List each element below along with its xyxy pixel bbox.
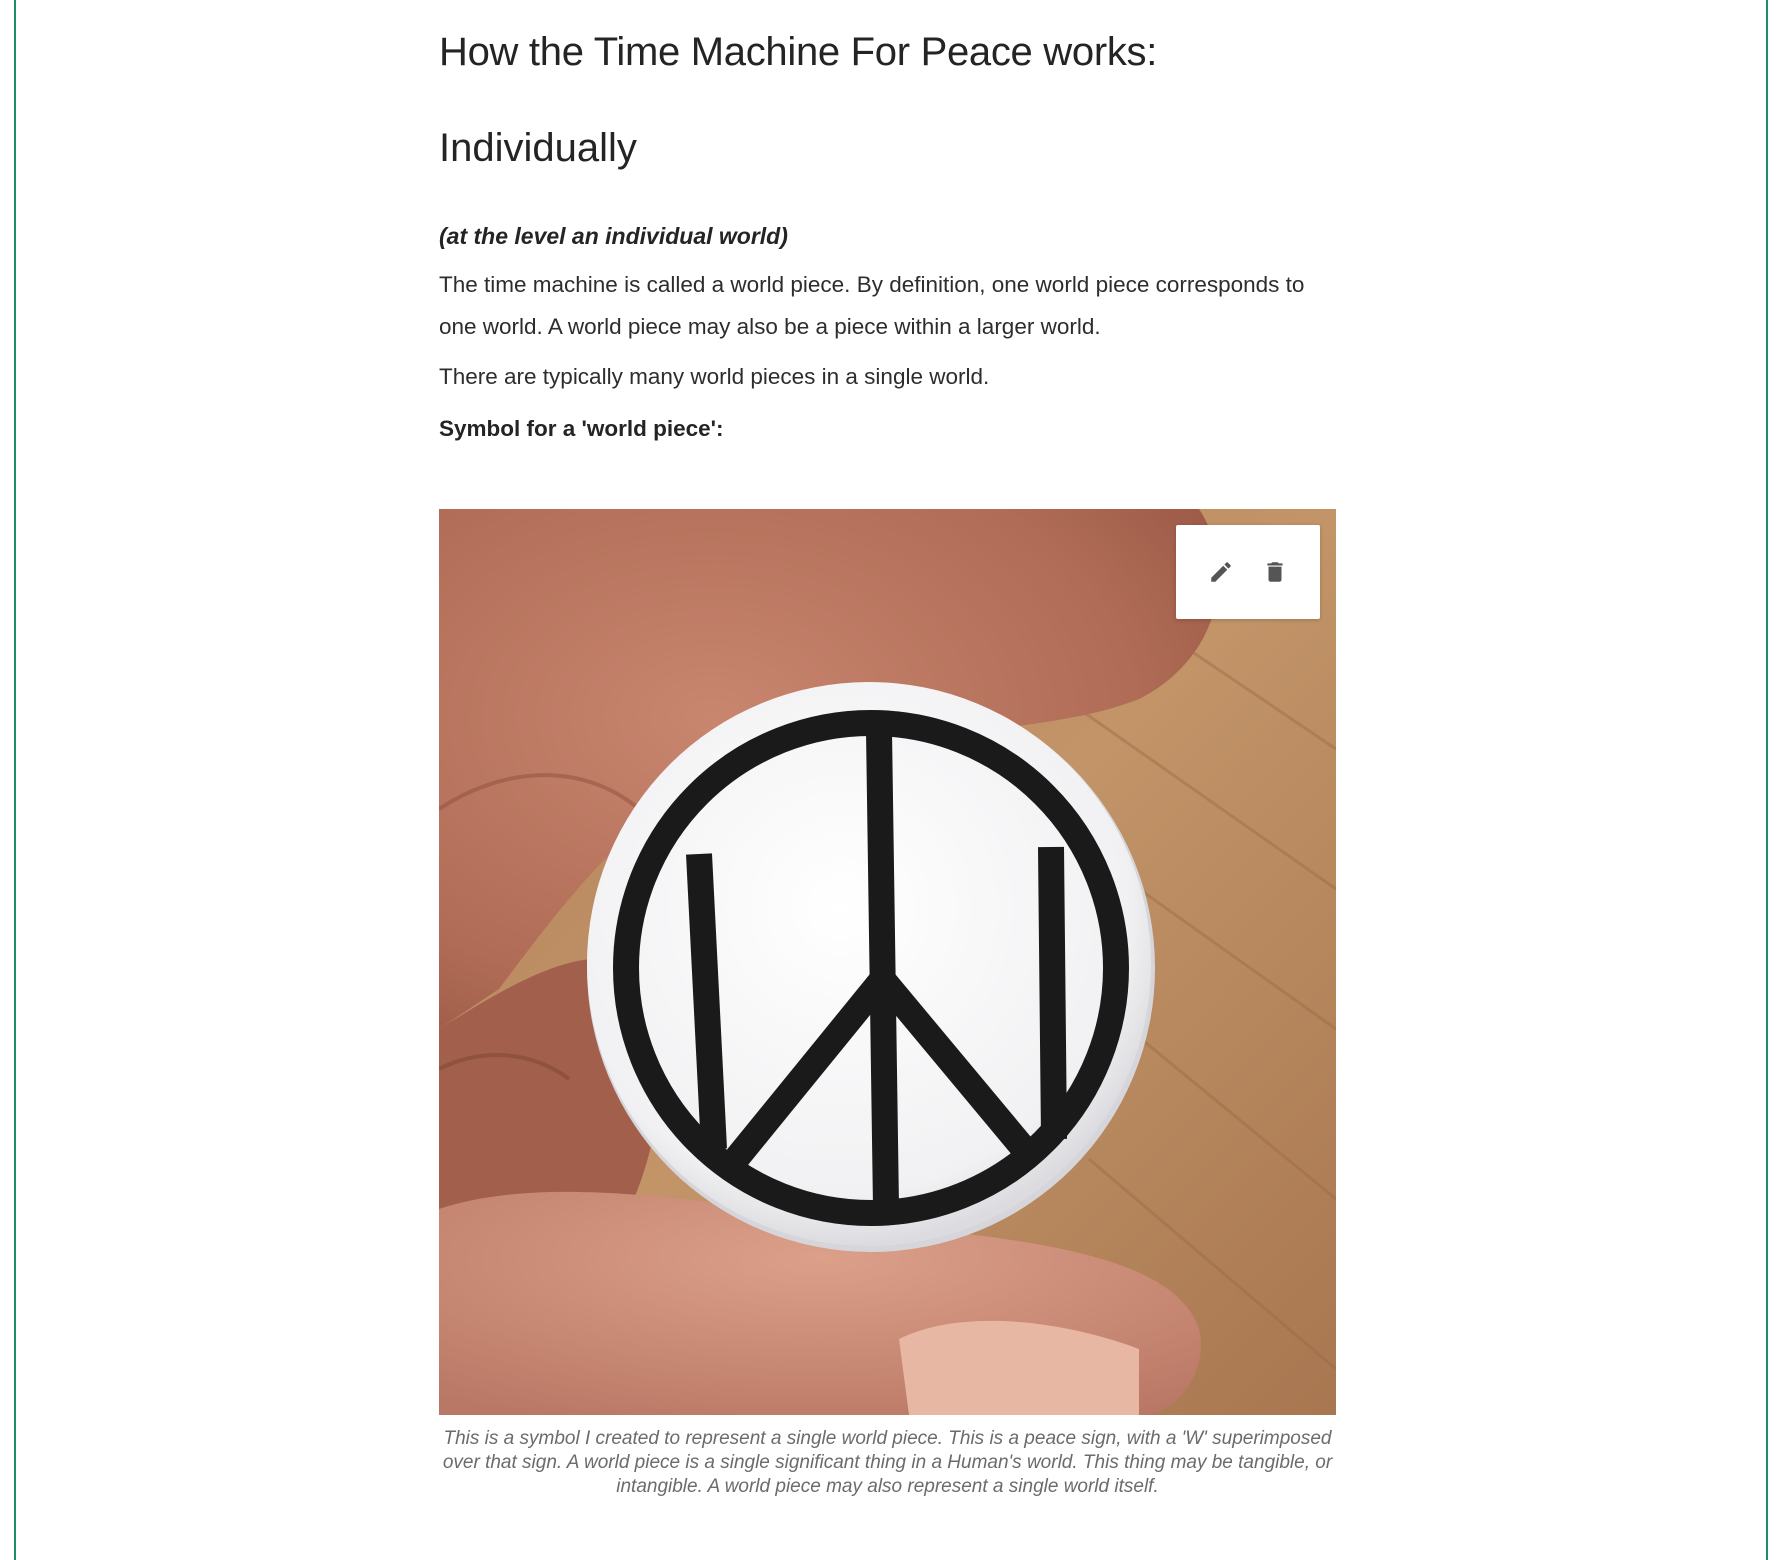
pencil-icon [1211, 562, 1231, 582]
peace-badge-photo [439, 509, 1336, 1415]
trash-icon [1267, 562, 1283, 582]
delete-image-button[interactable] [1259, 556, 1291, 588]
image-toolbar [1176, 525, 1320, 619]
level-note[interactable]: (at the level an individual world) [439, 221, 788, 251]
figure-caption[interactable]: This is a symbol I created to represent … [439, 1427, 1336, 1499]
paragraph-many-pieces[interactable]: There are typically many world pieces in… [439, 356, 1339, 398]
section-heading[interactable]: Individually [439, 124, 637, 172]
symbol-label[interactable]: Symbol for a 'world piece': [439, 414, 724, 444]
figure-image[interactable] [439, 509, 1336, 1415]
edit-image-button[interactable] [1205, 556, 1237, 588]
paragraph-definition[interactable]: The time machine is called a world piece… [439, 264, 1339, 348]
article-heading[interactable]: How the Time Machine For Peace works: [439, 28, 1157, 76]
